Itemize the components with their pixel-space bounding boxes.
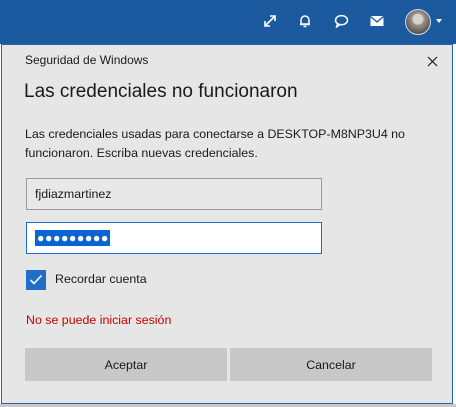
mail-icon[interactable] — [366, 10, 388, 32]
dialog-message: Las credenciales usadas para conectarse … — [25, 127, 405, 160]
checkmark-icon — [29, 274, 43, 285]
expand-icon[interactable] — [259, 10, 281, 32]
user-avatar[interactable] — [405, 9, 431, 35]
chevron-down-icon[interactable] — [436, 19, 442, 23]
top-navigation-bar — [0, 0, 456, 44]
remember-account-checkbox[interactable] — [26, 270, 46, 290]
bell-icon[interactable] — [294, 10, 316, 32]
dialog-window-title: Seguridad de Windows — [25, 53, 149, 67]
chat-icon[interactable] — [330, 10, 352, 32]
error-message: No se puede iniciar sesión — [26, 313, 172, 327]
windows-security-dialog: Seguridad de Windows Las credenciales no… — [1, 44, 453, 404]
password-field[interactable]: ●●●●●●●●● — [26, 222, 322, 254]
close-icon[interactable] — [422, 51, 442, 71]
dialog-heading: Las credenciales no funcionaron — [24, 81, 298, 102]
cancel-button[interactable]: Cancelar — [230, 348, 432, 381]
username-field[interactable]: fjdiazmartinez — [26, 178, 322, 210]
accept-button[interactable]: Aceptar — [25, 348, 227, 381]
remember-account-label[interactable]: Recordar cuenta — [55, 272, 147, 286]
password-masked-value: ●●●●●●●●● — [35, 230, 110, 246]
username-value: fjdiazmartinez — [35, 187, 112, 201]
